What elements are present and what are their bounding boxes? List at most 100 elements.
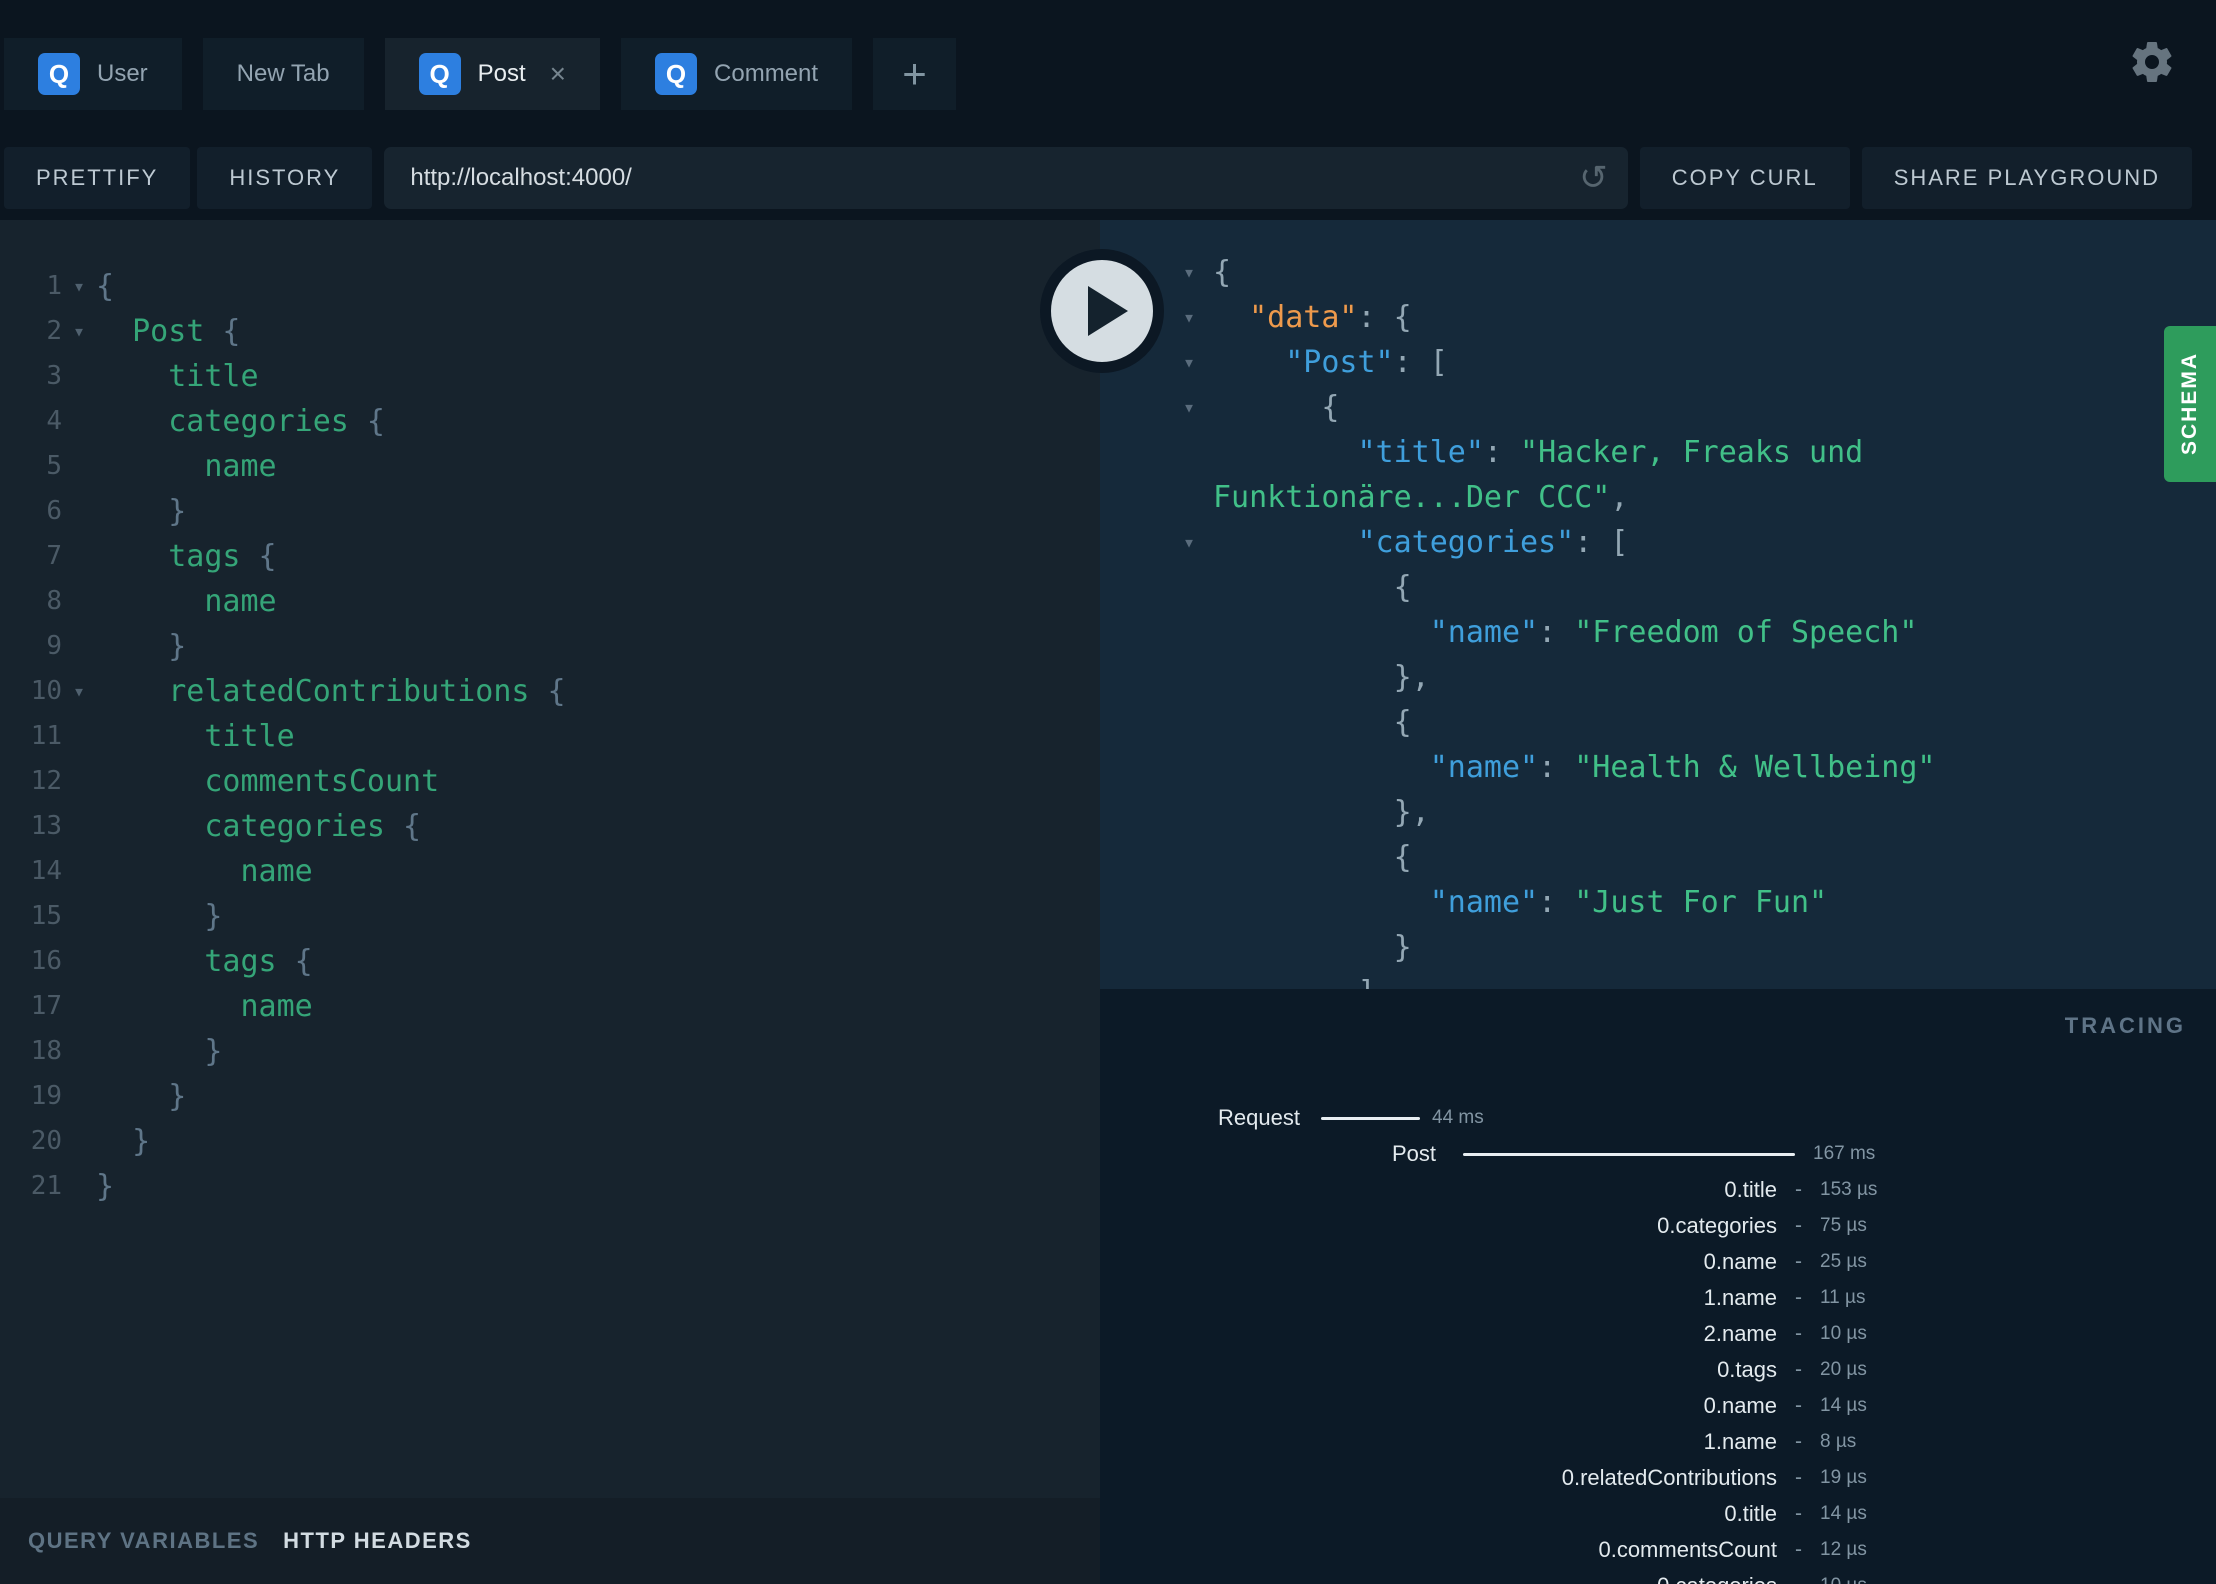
editor-line-5[interactable]: 5 name	[0, 444, 1100, 489]
trace-time: 44 ms	[1432, 1107, 1484, 1128]
copy-curl-button[interactable]: COPY CURL	[1639, 147, 1850, 209]
trace-label: 0.name	[1703, 1249, 1777, 1274]
trace-dash: -	[1777, 1574, 1820, 1584]
add-tab-button[interactable]: +	[873, 38, 957, 110]
token-key: "name"	[1429, 750, 1539, 785]
settings-gear-icon[interactable]	[2128, 38, 2176, 86]
line-number: 10	[30, 676, 62, 706]
trace-time: 10 µs	[1820, 1323, 1867, 1344]
result-line: },	[1100, 655, 2216, 700]
editor-line-16[interactable]: 16 tags {	[0, 939, 1100, 984]
close-tab-icon[interactable]: ×	[550, 60, 566, 88]
token-punc: {	[348, 404, 385, 439]
line-number: 15	[30, 901, 62, 931]
token-key: "categories"	[1357, 525, 1575, 560]
trace-row: 0.commentsCount -12 µs	[1100, 1532, 2216, 1568]
editor-line-7[interactable]: 7 tags {	[0, 534, 1100, 579]
trace-row: 0.relatedContributions -19 µs	[1100, 1460, 2216, 1496]
editor-line-19[interactable]: 19}	[0, 1074, 1100, 1119]
endpoint-url-input[interactable]	[384, 147, 1628, 209]
trace-field-rows: 0.title -153 µs 0.categories -75 µs 0.name -2…	[1100, 1172, 2216, 1584]
trace-time: 153 µs	[1820, 1179, 1878, 1200]
editor-line-2[interactable]: 2 ▾ Post {	[0, 309, 1100, 354]
reload-icon[interactable]: ↺	[1579, 158, 1608, 198]
token-field: title	[168, 359, 259, 394]
token-rpunc: : [	[1574, 525, 1629, 560]
tab-new-tab[interactable]: New Tab	[202, 38, 364, 110]
history-button[interactable]: HISTORY	[197, 147, 373, 209]
fold-arrow-icon[interactable]: ▾	[62, 264, 96, 309]
token-key: "Post"	[1285, 345, 1394, 380]
token-field: name	[204, 584, 277, 619]
editor-line-18[interactable]: 18}	[0, 1029, 1100, 1074]
editor-line-13[interactable]: 13 categories {	[0, 804, 1100, 849]
token-str: Funktionäre...Der CCC"	[1213, 480, 1611, 515]
editor-line-20[interactable]: 20}	[0, 1119, 1100, 1164]
line-number: 17	[30, 991, 62, 1021]
tab-user[interactable]: Q User	[4, 38, 182, 110]
query-badge: Q	[655, 53, 698, 95]
fold-arrow-icon[interactable]: ▾	[62, 669, 96, 714]
trace-row: 0.title -153 µs	[1100, 1172, 2216, 1208]
execute-query-button[interactable]	[1040, 249, 1164, 373]
fold-arrow-icon[interactable]: ▾	[1100, 520, 1213, 565]
http-headers-tab[interactable]: HTTP HEADERS	[283, 1528, 472, 1554]
token-rpunc: ,	[1610, 480, 1629, 515]
trace-label: 0.tags	[1717, 1357, 1777, 1382]
editor-line-9[interactable]: 9}	[0, 624, 1100, 669]
trace-time: 14 µs	[1820, 1503, 1867, 1524]
graphql-playground: Q User New Tab Q Post × Q Comment + PRETTIFY HI…	[0, 0, 2216, 1584]
share-playground-button[interactable]: SHARE PLAYGROUND	[1861, 147, 2192, 209]
schema-sidebar-tab[interactable]: SCHEMA	[2164, 326, 2216, 482]
editor-line-15[interactable]: 15}	[0, 894, 1100, 939]
trace-label: 0.name	[1703, 1393, 1777, 1418]
fold-arrow-icon[interactable]: ▾	[62, 309, 96, 354]
tab-comment[interactable]: Q Comment	[621, 38, 853, 110]
trace-bar	[1321, 1116, 1420, 1120]
editor-line-6[interactable]: 6}	[0, 489, 1100, 534]
editor-line-11[interactable]: 11 title	[0, 714, 1100, 759]
line-number: 4	[46, 406, 62, 436]
prettify-button[interactable]: PRETTIFY	[4, 147, 191, 209]
editor-line-4[interactable]: 4 categories {	[0, 399, 1100, 444]
editor-line-1[interactable]: 1 ▾{	[0, 264, 1100, 309]
token-field: categories	[168, 404, 349, 439]
line-number: 14	[30, 856, 62, 886]
query-variables-tab[interactable]: QUERY VARIABLES	[28, 1528, 259, 1554]
play-icon	[1088, 286, 1128, 336]
response-pane: ▾{▾ "data": {▾ "Post": [▾{"title": "Hacker…	[1100, 220, 2216, 1584]
trace-label: 1.name	[1703, 1285, 1777, 1310]
token-field: tags	[168, 539, 241, 574]
line-number: 20	[30, 1126, 62, 1156]
tracing-title: TRACING	[2064, 1013, 2186, 1038]
response-viewer: ▾{▾ "data": {▾ "Post": [▾{"title": "Hacker…	[1100, 220, 2216, 989]
trace-time: 8 µs	[1820, 1431, 1857, 1452]
editor-line-3[interactable]: 3 title	[0, 354, 1100, 399]
trace-dash: -	[1795, 1538, 1802, 1561]
token-punc: }	[132, 1124, 151, 1159]
token-rpunc: :	[1538, 750, 1575, 785]
editor-line-10[interactable]: 10 ▾ relatedContributions {	[0, 669, 1100, 714]
trace-label: 0.title	[1724, 1177, 1777, 1202]
editor-line-17[interactable]: 17 name	[0, 984, 1100, 1029]
tab-post[interactable]: Q Post ×	[384, 38, 601, 110]
fold-arrow-icon[interactable]: ▾	[1100, 385, 1213, 430]
editor-line-12[interactable]: 12 commentsCount	[0, 759, 1100, 804]
trace-label: 1.name	[1703, 1429, 1777, 1454]
token-rpunc: {	[1213, 255, 1232, 290]
query-editor[interactable]: 1 ▾{2 ▾ Post {3 title 4 categories {5 name 6} 7 ta…	[0, 220, 1100, 1498]
editor-line-14[interactable]: 14 name	[0, 849, 1100, 894]
token-str: "Just For Fun"	[1574, 885, 1828, 920]
editor-line-8[interactable]: 8 name	[0, 579, 1100, 624]
editor-line-21[interactable]: 21}	[0, 1164, 1100, 1209]
